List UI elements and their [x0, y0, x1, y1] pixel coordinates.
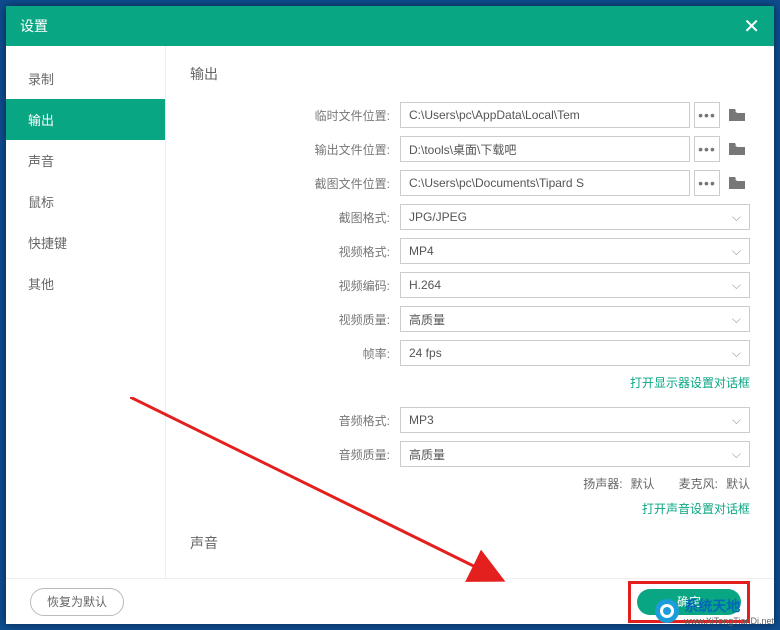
- sidebar-item-mouse[interactable]: 鼠标: [6, 181, 165, 222]
- label-mic: 麦克风:: [679, 475, 718, 492]
- label-audio-format: 音频格式:: [190, 412, 390, 429]
- label-speaker: 扬声器:: [583, 475, 622, 492]
- row-fps: 帧率: 24 fps⌵: [190, 340, 750, 366]
- label-shot-format: 截图格式:: [190, 209, 390, 226]
- label-video-encoding: 视频编码:: [190, 277, 390, 294]
- input-temp-path[interactable]: [400, 102, 690, 128]
- link-audio-settings[interactable]: 打开声音设置对话框: [642, 500, 750, 517]
- input-shot-path[interactable]: [400, 170, 690, 196]
- close-icon[interactable]: ✕: [743, 14, 760, 39]
- restore-defaults-button[interactable]: 恢复为默认: [30, 588, 124, 616]
- content-panel: 输出 临时文件位置: ••• 输出文件位置: ••• 截图文件位置: •••: [166, 46, 774, 578]
- value-mic: 默认: [726, 475, 750, 492]
- settings-dialog: 设置 ✕ 录制 输出 声音 鼠标 快捷键 其他 输出 临时文件位置: ••• 输…: [6, 6, 774, 624]
- row-audio-quality: 音频质量: 高质量⌵: [190, 441, 750, 467]
- chevron-down-icon: ⌵: [732, 278, 741, 293]
- speaker-mic-line: 扬声器: 默认 麦克风: 默认: [190, 475, 750, 492]
- chevron-down-icon: ⌵: [732, 244, 741, 259]
- select-fps[interactable]: 24 fps⌵: [400, 340, 750, 366]
- watermark: 系统天地 www.XiTongTianDi.net: [654, 596, 774, 626]
- select-shot-format[interactable]: JPG/JPEG⌵: [400, 204, 750, 230]
- sidebar-item-record[interactable]: 录制: [6, 58, 165, 99]
- open-shot-folder-button[interactable]: [724, 170, 750, 196]
- label-fps: 帧率:: [190, 345, 390, 362]
- row-temp-path: 临时文件位置: •••: [190, 102, 750, 128]
- titlebar: 设置 ✕: [6, 6, 774, 46]
- section-title-output: 输出: [190, 64, 750, 84]
- label-out-path: 输出文件位置:: [190, 141, 390, 158]
- row-video-encoding: 视频编码: H.264⌵: [190, 272, 750, 298]
- chevron-down-icon: ⌵: [732, 210, 741, 225]
- chevron-down-icon: ⌵: [732, 447, 741, 462]
- select-video-format[interactable]: MP4⌵: [400, 238, 750, 264]
- browse-temp-path-button[interactable]: •••: [694, 102, 720, 128]
- label-shot-path: 截图文件位置:: [190, 175, 390, 192]
- chevron-down-icon: ⌵: [732, 346, 741, 361]
- sidebar-item-other[interactable]: 其他: [6, 263, 165, 304]
- open-temp-folder-button[interactable]: [724, 102, 750, 128]
- chevron-down-icon: ⌵: [732, 413, 741, 428]
- dialog-title: 设置: [20, 16, 48, 36]
- select-audio-quality[interactable]: 高质量⌵: [400, 441, 750, 467]
- select-video-quality[interactable]: 高质量⌵: [400, 306, 750, 332]
- row-video-quality: 视频质量: 高质量⌵: [190, 306, 750, 332]
- sidebar-item-hotkey[interactable]: 快捷键: [6, 222, 165, 263]
- label-video-quality: 视频质量:: [190, 311, 390, 328]
- row-audio-format: 音频格式: MP3⌵: [190, 407, 750, 433]
- row-video-format: 视频格式: MP4⌵: [190, 238, 750, 264]
- label-temp-path: 临时文件位置:: [190, 107, 390, 124]
- section-title-sound: 声音: [190, 533, 750, 553]
- sidebar: 录制 输出 声音 鼠标 快捷键 其他: [6, 46, 166, 578]
- chevron-down-icon: ⌵: [732, 312, 741, 327]
- sidebar-item-sound[interactable]: 声音: [6, 140, 165, 181]
- label-audio-quality: 音频质量:: [190, 446, 390, 463]
- label-video-format: 视频格式:: [190, 243, 390, 260]
- sidebar-item-output[interactable]: 输出: [6, 99, 165, 140]
- row-out-path: 输出文件位置: •••: [190, 136, 750, 162]
- select-audio-format[interactable]: MP3⌵: [400, 407, 750, 433]
- row-shot-format: 截图格式: JPG/JPEG⌵: [190, 204, 750, 230]
- link-display-settings[interactable]: 打开显示器设置对话框: [630, 374, 750, 391]
- value-speaker: 默认: [631, 475, 655, 492]
- select-video-encoding[interactable]: H.264⌵: [400, 272, 750, 298]
- input-out-path[interactable]: [400, 136, 690, 162]
- browse-shot-path-button[interactable]: •••: [694, 170, 720, 196]
- open-out-folder-button[interactable]: [724, 136, 750, 162]
- row-shot-path: 截图文件位置: •••: [190, 170, 750, 196]
- browse-out-path-button[interactable]: •••: [694, 136, 720, 162]
